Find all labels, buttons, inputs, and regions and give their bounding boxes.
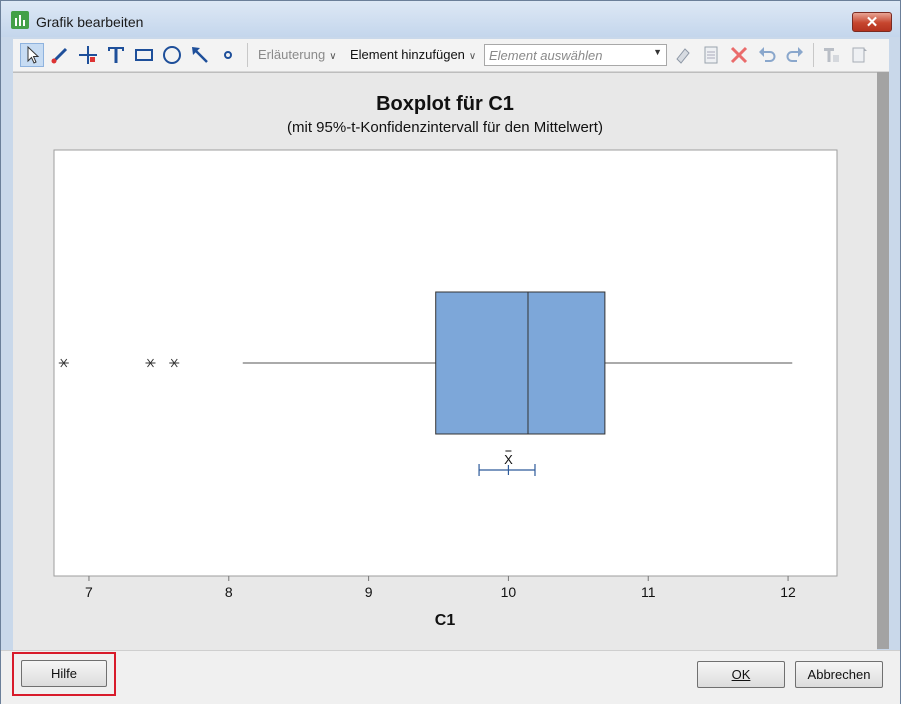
x-tick-label: 8 — [225, 584, 233, 600]
chevron-down-icon: ∨ — [468, 51, 477, 62]
cancel-button[interactable]: Abbrechen — [795, 661, 883, 688]
ok-button[interactable]: OK — [697, 661, 785, 688]
dropdown-arrow-icon: ▼ — [653, 47, 662, 57]
add-element-label: Element hinzufügen — [350, 47, 465, 62]
dialog-button-bar: Hilfe OK Abbrechen — [1, 650, 900, 704]
x-tick-label: 10 — [501, 584, 517, 600]
x-tick-label: 9 — [365, 584, 373, 600]
properties-icon[interactable] — [699, 43, 723, 67]
close-icon: ✕ — [865, 14, 879, 31]
title-bar: Grafik bearbeiten ✕ — [1, 1, 900, 37]
add-element-menu[interactable]: Element hinzufügen ∨ — [350, 47, 476, 62]
graph-canvas[interactable]: Boxplot für C1 (mit 95%-t-Konfidenzinter… — [13, 72, 877, 650]
annotation-menu[interactable]: Erläuterung ∨ — [258, 47, 337, 62]
ok-label: OK — [731, 667, 751, 682]
chart-title: Boxplot für C1 — [376, 93, 514, 115]
element-select-placeholder: Element auswählen — [489, 48, 603, 63]
window-title: Grafik bearbeiten — [36, 14, 144, 30]
x-tick-label: 7 — [85, 584, 93, 600]
toolbar-separator — [247, 43, 248, 67]
chevron-down-icon: ∨ — [329, 51, 337, 62]
toolbar-separator — [813, 43, 814, 67]
annotation-label: Erläuterung — [258, 47, 326, 62]
help-button-highlight — [12, 652, 116, 696]
arrow-line-icon[interactable] — [188, 43, 212, 67]
element-select-dropdown[interactable]: Element auswählen ▼ — [484, 44, 667, 66]
boxplot-chart: Boxplot für C1 (mit 95%-t-Konfidenzinter… — [53, 93, 838, 629]
chart-subtitle: (mit 95%-t-Konfidenzintervall für den Mi… — [287, 119, 603, 136]
graph-app-icon — [11, 11, 29, 29]
x-axis-label: C1 — [435, 612, 456, 629]
x-tick-label: 12 — [780, 584, 796, 600]
ellipse-icon[interactable] — [160, 43, 184, 67]
toolbar: Erläuterung ∨ Element hinzufügen ∨ Element… — [13, 39, 889, 72]
select-arrow-icon[interactable] — [20, 43, 44, 67]
redo-icon[interactable] — [783, 43, 807, 67]
crosshair-icon[interactable] — [76, 43, 100, 67]
edit-icon[interactable] — [671, 43, 695, 67]
close-button[interactable]: ✕ — [852, 12, 892, 32]
text-tool-icon[interactable] — [104, 43, 128, 67]
edit-graph-window: Grafik bearbeiten ✕ Erläuterung ∨ Elemen… — [0, 0, 901, 704]
text-format-icon[interactable] — [819, 43, 843, 67]
delete-icon[interactable] — [727, 43, 751, 67]
iqr-box[interactable] — [435, 291, 606, 435]
mean-symbol-label: X — [504, 452, 513, 467]
x-tick-label: 11 — [641, 584, 656, 600]
page-icon[interactable] — [847, 43, 871, 67]
rectangle-icon[interactable] — [132, 43, 156, 67]
point-icon[interactable] — [216, 43, 240, 67]
undo-icon[interactable] — [755, 43, 779, 67]
vertical-scrollbar[interactable] — [877, 72, 889, 649]
brush-icon[interactable] — [48, 43, 72, 67]
